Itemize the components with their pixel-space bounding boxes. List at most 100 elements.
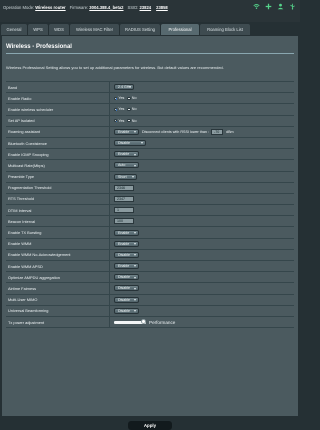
status-line: Operation Mode: Wireless router Firmware… xyxy=(3,3,172,11)
wifi-signal-icon[interactable] xyxy=(253,3,260,10)
roaming-assistant-label: Roaming assistant xyxy=(6,126,110,137)
tab-wps[interactable]: WPS xyxy=(28,24,48,35)
row-enable-tx-bursting: Enable TX Bursting Enable xyxy=(6,227,294,239)
multicast-rate-select[interactable]: Auto xyxy=(114,162,139,169)
tx-power-slider[interactable] xyxy=(114,318,146,325)
enable-tx-bursting-label: Enable TX Bursting xyxy=(6,227,110,238)
beacon-interval-input[interactable]: 100 xyxy=(114,218,134,225)
multicast-rate-label: Multicast Rate(Mbps) xyxy=(6,160,110,171)
tx-bursting-select[interactable]: Enable xyxy=(114,229,139,236)
chevron-down-icon xyxy=(134,287,136,290)
ap-isolated-yes[interactable]: Yes xyxy=(114,119,124,123)
title-divider xyxy=(6,53,294,54)
chevron-down-icon xyxy=(134,164,136,167)
chevron-down-icon xyxy=(134,310,136,313)
row-beacon-interval: Beacon Interval 100 xyxy=(6,216,294,228)
rts-threshold-input[interactable]: 2347 xyxy=(114,195,134,202)
chevron-down-icon xyxy=(141,142,143,145)
tx-power-handle[interactable] xyxy=(140,318,146,325)
user-icon[interactable] xyxy=(277,3,284,10)
firmware-label: Firmware: xyxy=(69,4,89,10)
firmware-link[interactable]: 3004.388.4_beta2 xyxy=(89,5,123,10)
row-enable-igmp-snooping: Enable IGMP Snooping Enable xyxy=(6,149,294,161)
chevron-down-icon xyxy=(134,265,136,268)
radio-selected-icon xyxy=(114,107,118,112)
chevron-down-icon xyxy=(134,298,136,301)
page-description: Wireless Professional Setting allows you… xyxy=(6,65,224,70)
tab-general[interactable]: General xyxy=(1,24,27,35)
tx-power-label: Tx power adjustment xyxy=(6,316,110,328)
enable-radio-yes[interactable]: Yes xyxy=(114,96,124,100)
rssi-unit: dBm xyxy=(226,129,234,134)
ssid-label: SSID: xyxy=(127,4,139,10)
top-status-bar: Operation Mode: Wireless router Firmware… xyxy=(0,0,300,22)
dtim-interval-label: DTIM Interval xyxy=(6,205,110,216)
usb-icon[interactable] xyxy=(289,3,296,10)
multi-user-mimo-label: Multi-User MIMO xyxy=(6,294,110,305)
tx-power-value: Performance xyxy=(149,319,176,325)
roaming-assistant-select[interactable]: Enable xyxy=(114,128,139,135)
wmm-apsd-select[interactable]: Enable xyxy=(114,263,139,270)
dtim-interval-input[interactable]: 1 xyxy=(114,207,134,214)
airtime-fairness-label: Airtime Fairness xyxy=(6,283,110,294)
ssid-1-link[interactable]: 23824 xyxy=(139,5,151,10)
enable-wireless-scheduler-label: Enable wireless scheduler xyxy=(6,104,110,115)
rts-threshold-label: RTS Threshold xyxy=(6,193,110,205)
tab-professional[interactable]: Professional xyxy=(161,24,199,35)
row-enable-wmm-no-ack: Enable WMM No-Acknowledgement Disable xyxy=(6,249,294,261)
chevron-down-icon xyxy=(134,131,136,134)
apply-button[interactable]: Apply xyxy=(128,421,172,430)
rssi-input[interactable]: -70 xyxy=(211,128,224,135)
tab-wds[interactable]: WDS xyxy=(49,24,69,35)
tab-roaming-block-list[interactable]: Roaming Block List xyxy=(200,24,250,35)
page-title: Wireless - Professional xyxy=(6,44,72,50)
row-enable-wmm-apsd: Enable WMM APSD Enable xyxy=(6,261,294,273)
row-optimize-ampdu: Optimize AMPDU aggregation Disable xyxy=(6,272,294,284)
row-multicast-rate: Multicast Rate(Mbps) Auto xyxy=(6,160,294,172)
tab-bar: General WPS WDS Wireless MAC Filter RADI… xyxy=(1,24,299,35)
row-bluetooth-coexistence: Bluetooth Coexistence Disable xyxy=(6,137,294,150)
beacon-interval-label: Beacon Interval xyxy=(6,216,110,227)
operation-mode-link[interactable]: Wireless router xyxy=(35,5,65,10)
multi-user-mimo-select[interactable]: Disable xyxy=(114,296,139,303)
wmm-select[interactable]: Enable xyxy=(114,240,139,247)
igmp-snooping-select[interactable]: Enable xyxy=(114,151,139,158)
bluetooth-coexistence-select[interactable]: Disable xyxy=(114,140,146,147)
chevron-down-icon xyxy=(134,153,136,156)
enable-radio-label: Enable Radio xyxy=(6,93,110,104)
row-enable-wireless-scheduler: Enable wireless scheduler Yes No xyxy=(6,104,294,116)
enable-igmp-snooping-label: Enable IGMP Snooping xyxy=(6,149,110,160)
row-airtime-fairness: Airtime Fairness Disable xyxy=(6,283,294,295)
chevron-down-icon xyxy=(129,86,131,89)
optimize-ampdu-label: Optimize AMPDU aggregation xyxy=(6,272,110,283)
optimize-ampdu-select[interactable]: Disable xyxy=(114,274,139,281)
fragmentation-threshold-input[interactable]: 2346 xyxy=(114,184,134,191)
settings-panel: Wireless - Professional Wireless Profess… xyxy=(2,36,298,416)
ssid-2-link[interactable]: 23858 xyxy=(156,5,168,10)
radio-unselected-icon xyxy=(127,107,131,112)
bluetooth-coexistence-label: Bluetooth Coexistence xyxy=(6,137,110,149)
operation-mode-label: Operation Mode: xyxy=(3,4,35,10)
wmm-no-ack-select[interactable]: Disable xyxy=(114,251,139,258)
ap-isolated-no[interactable]: No xyxy=(127,118,137,123)
chevron-down-icon xyxy=(134,254,136,257)
tab-radius-setting[interactable]: RADIUS Setting xyxy=(120,24,160,35)
chevron-down-icon xyxy=(132,175,134,178)
fragmentation-threshold-label: Fragmentation Threshold xyxy=(6,182,110,193)
status-icons xyxy=(253,3,296,10)
plus-icon[interactable] xyxy=(265,3,272,10)
row-enable-wmm: Enable WMM Enable xyxy=(6,238,294,250)
rssi-description: Disconnect clients with RSSI lower than … xyxy=(142,129,210,134)
band-label: Band xyxy=(6,82,110,93)
preamble-type-select[interactable]: Short xyxy=(114,173,137,180)
chevron-down-icon xyxy=(134,231,136,234)
radio-unselected-icon xyxy=(127,118,131,123)
tab-wireless-mac-filter[interactable]: Wireless MAC Filter xyxy=(70,24,119,35)
airtime-fairness-select[interactable]: Disable xyxy=(114,285,139,292)
universal-beamforming-select[interactable]: Disable xyxy=(114,307,139,314)
wireless-scheduler-yes[interactable]: Yes xyxy=(114,107,124,111)
wireless-scheduler-no[interactable]: No xyxy=(127,107,137,112)
row-tx-power: Tx power adjustment Performance xyxy=(6,316,294,329)
band-select[interactable]: 2.4 GHz xyxy=(114,84,134,91)
enable-radio-no[interactable]: No xyxy=(127,96,137,100)
